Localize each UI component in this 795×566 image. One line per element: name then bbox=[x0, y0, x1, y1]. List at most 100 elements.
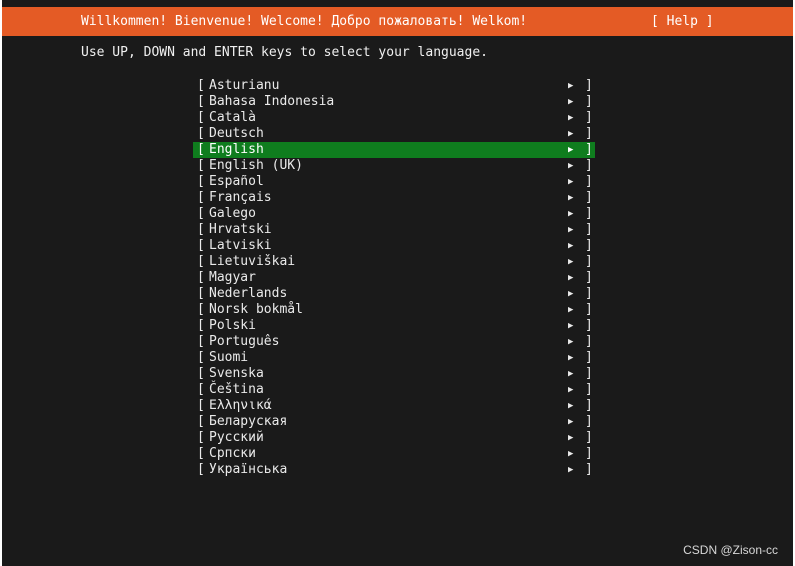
triangle-right-icon: ▶ bbox=[568, 369, 574, 379]
right-bracket: ] bbox=[585, 142, 593, 157]
right-bracket: ] bbox=[585, 446, 593, 461]
language-label: English (UK) bbox=[209, 158, 303, 173]
language-option[interactable]: [Bahasa Indonesia ▶] bbox=[193, 94, 595, 110]
triangle-right-icon: ▶ bbox=[568, 257, 574, 267]
left-bracket: [ bbox=[197, 142, 205, 157]
language-option[interactable]: [Српски ▶] bbox=[193, 446, 595, 462]
installer-screen: Willkommen! Bienvenue! Welcome! Добро по… bbox=[2, 0, 793, 566]
right-bracket: ] bbox=[585, 110, 593, 125]
right-bracket: ] bbox=[585, 94, 593, 109]
right-bracket: ] bbox=[585, 78, 593, 93]
triangle-right-icon: ▶ bbox=[568, 433, 574, 443]
language-option[interactable]: [Français ▶] bbox=[193, 190, 595, 206]
language-label: Русский bbox=[209, 430, 264, 445]
language-label: Deutsch bbox=[209, 126, 264, 141]
language-label: Čeština bbox=[209, 382, 264, 397]
right-bracket: ] bbox=[585, 174, 593, 189]
left-bracket: [ bbox=[197, 414, 205, 429]
header-bar: Willkommen! Bienvenue! Welcome! Добро по… bbox=[2, 7, 793, 36]
left-bracket: [ bbox=[197, 110, 205, 125]
right-bracket: ] bbox=[585, 222, 593, 237]
right-bracket: ] bbox=[585, 414, 593, 429]
right-bracket: ] bbox=[585, 318, 593, 333]
triangle-right-icon: ▶ bbox=[568, 241, 574, 251]
language-option[interactable]: [ Magyar ▶] bbox=[193, 270, 595, 286]
language-option[interactable]: [Беларуская ▶] bbox=[193, 414, 595, 430]
language-option[interactable]: [Ελληνικά ▶] bbox=[193, 398, 595, 414]
left-bracket: [ bbox=[197, 206, 205, 221]
language-option[interactable]: [ English (UK) ▶] bbox=[193, 158, 595, 174]
language-option[interactable]: [Nederlands ▶] bbox=[193, 286, 595, 302]
language-option[interactable]: [Suomi ▶] bbox=[193, 350, 595, 366]
triangle-right-icon: ▶ bbox=[568, 177, 574, 187]
left-bracket: [ bbox=[197, 430, 205, 445]
language-label: Polski bbox=[209, 318, 256, 333]
language-option[interactable]: [Latviski ▶] bbox=[193, 238, 595, 254]
language-option[interactable]: [Українська ▶] bbox=[193, 462, 595, 478]
language-label: Português bbox=[209, 334, 280, 349]
triangle-right-icon: ▶ bbox=[568, 305, 574, 315]
right-bracket: ] bbox=[585, 350, 593, 365]
triangle-right-icon: ▶ bbox=[568, 225, 574, 235]
left-bracket: [ bbox=[197, 238, 205, 253]
language-label: Suomi bbox=[209, 350, 249, 365]
left-bracket: [ bbox=[197, 302, 205, 317]
right-bracket: ] bbox=[585, 334, 593, 349]
language-option[interactable]: [ Norsk bokmål ▶] bbox=[193, 302, 595, 318]
language-option[interactable]: [ Português ▶] bbox=[193, 334, 595, 350]
left-bracket: [ bbox=[197, 270, 205, 285]
language-option[interactable]: [ Русский ▶] bbox=[193, 430, 595, 446]
triangle-right-icon: ▶ bbox=[568, 113, 574, 123]
triangle-right-icon: ▶ bbox=[568, 385, 574, 395]
left-bracket: [ bbox=[197, 94, 205, 109]
triangle-right-icon: ▶ bbox=[568, 193, 574, 203]
help-button[interactable]: [ Help ] bbox=[651, 7, 714, 36]
language-label: Català bbox=[209, 110, 256, 125]
left-bracket: [ bbox=[197, 334, 205, 349]
language-option[interactable]: [ Hrvatski ▶] bbox=[193, 222, 595, 238]
language-label: Bahasa Indonesia bbox=[209, 94, 335, 109]
right-bracket: ] bbox=[585, 302, 593, 317]
triangle-right-icon: ▶ bbox=[568, 81, 574, 91]
language-label: Hrvatski bbox=[209, 222, 272, 237]
language-option[interactable]: [Español ▶] bbox=[193, 174, 595, 190]
language-option[interactable]: [ Català ▶] bbox=[193, 110, 595, 126]
language-option[interactable]: [Svenska ▶] bbox=[193, 366, 595, 382]
triangle-right-icon: ▶ bbox=[568, 273, 574, 283]
language-label: Galego bbox=[209, 206, 256, 221]
left-bracket: [ bbox=[197, 158, 205, 173]
language-option[interactable]: [Asturianu ▶] bbox=[193, 78, 595, 94]
language-option[interactable]: [Galego ▶] bbox=[193, 206, 595, 222]
language-label: Norsk bokmål bbox=[209, 302, 303, 317]
triangle-right-icon: ▶ bbox=[568, 449, 574, 459]
left-bracket: [ bbox=[197, 126, 205, 141]
language-option[interactable]: [Deutsch ▶] bbox=[193, 126, 595, 142]
triangle-right-icon: ▶ bbox=[568, 401, 574, 411]
right-bracket: ] bbox=[585, 126, 593, 141]
language-option[interactable]: [ Polski ▶] bbox=[193, 318, 595, 334]
triangle-right-icon: ▶ bbox=[568, 337, 574, 347]
language-label: Ελληνικά bbox=[209, 398, 272, 413]
right-bracket: ] bbox=[585, 430, 593, 445]
triangle-right-icon: ▶ bbox=[568, 321, 574, 331]
language-label: Français bbox=[209, 190, 272, 205]
triangle-right-icon: ▶ bbox=[568, 161, 574, 171]
right-bracket: ] bbox=[585, 382, 593, 397]
language-label: Беларуская bbox=[209, 414, 288, 429]
left-bracket: [ bbox=[197, 382, 205, 397]
language-option[interactable]: [ Čeština ▶] bbox=[193, 382, 595, 398]
language-label: Magyar bbox=[209, 270, 256, 285]
left-bracket: [ bbox=[197, 462, 205, 477]
left-bracket: [ bbox=[197, 78, 205, 93]
right-bracket: ] bbox=[585, 286, 593, 301]
triangle-right-icon: ▶ bbox=[568, 145, 574, 155]
right-bracket: ] bbox=[585, 158, 593, 173]
right-bracket: ] bbox=[585, 270, 593, 285]
language-option[interactable]: [Lietuviškai ▶] bbox=[193, 254, 595, 270]
left-bracket: [ bbox=[197, 174, 205, 189]
right-bracket: ] bbox=[585, 366, 593, 381]
left-bracket: [ bbox=[197, 318, 205, 333]
left-bracket: [ bbox=[197, 222, 205, 237]
language-option[interactable]: [English ▶] bbox=[193, 142, 595, 158]
language-label: Српски bbox=[209, 446, 256, 461]
